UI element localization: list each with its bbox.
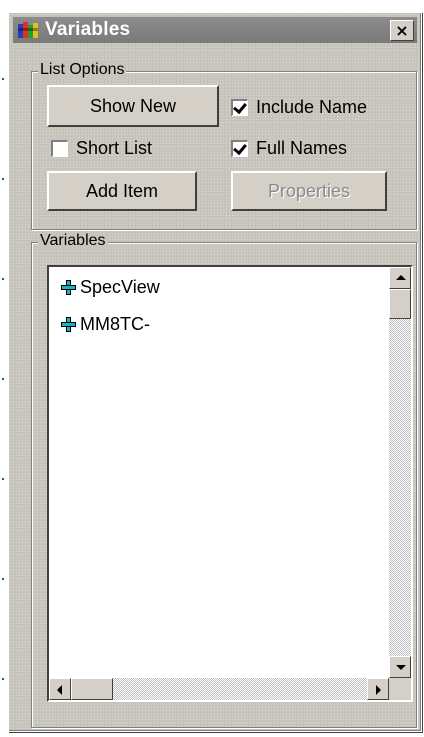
tree-item-specview[interactable]: SpecView — [61, 277, 160, 298]
close-icon: × — [395, 21, 409, 40]
horizontal-scroll-thumb[interactable] — [71, 678, 113, 700]
vertical-scrollbar[interactable] — [389, 267, 411, 678]
variables-tree[interactable]: SpecView MM8TC- — [47, 265, 413, 702]
add-item-button[interactable]: Add Item — [47, 171, 197, 211]
horizontal-scrollbar[interactable] — [49, 678, 389, 700]
include-name-checkbox[interactable]: Include Name — [231, 97, 367, 118]
full-names-checkbox[interactable]: Full Names — [231, 138, 347, 159]
arrow-right-icon — [376, 685, 381, 695]
desktop-edge — [2, 0, 6, 737]
short-list-label: Short List — [76, 138, 153, 158]
arrow-up-icon — [396, 275, 406, 280]
app-icon — [18, 22, 38, 38]
plus-expand-icon[interactable] — [61, 280, 76, 295]
tree-item-mm8tc[interactable]: MM8TC- — [61, 314, 150, 335]
arrow-left-icon — [57, 685, 62, 695]
variables-window: Variables × List Options Show New Includ… — [8, 12, 422, 732]
title-bar[interactable]: Variables × — [13, 17, 417, 43]
close-button[interactable]: × — [390, 20, 414, 41]
full-names-label: Full Names — [256, 138, 348, 158]
include-name-checkbox-box — [231, 99, 248, 116]
variables-group-label: Variables — [38, 231, 108, 251]
vertical-scroll-thumb[interactable] — [389, 289, 411, 319]
scroll-down-button[interactable] — [389, 656, 411, 678]
include-name-label: Include Name — [256, 97, 368, 117]
list-options-label: List Options — [38, 60, 127, 80]
arrow-down-icon — [396, 665, 406, 670]
short-list-checkbox[interactable]: Short List — [51, 138, 152, 159]
tree-item-label: SpecView — [80, 277, 160, 297]
short-list-checkbox-box — [51, 140, 68, 157]
window-title: Variables — [45, 19, 131, 40]
tree-item-label: MM8TC- — [80, 314, 150, 334]
scroll-left-button[interactable] — [49, 678, 71, 700]
scroll-up-button[interactable] — [389, 267, 411, 289]
show-new-button[interactable]: Show New — [47, 85, 219, 127]
plus-expand-icon[interactable] — [61, 317, 76, 332]
scroll-right-button[interactable] — [367, 678, 389, 700]
properties-button: Properties — [231, 171, 387, 211]
scrollbar-corner — [389, 678, 411, 700]
full-names-checkbox-box — [231, 140, 248, 157]
